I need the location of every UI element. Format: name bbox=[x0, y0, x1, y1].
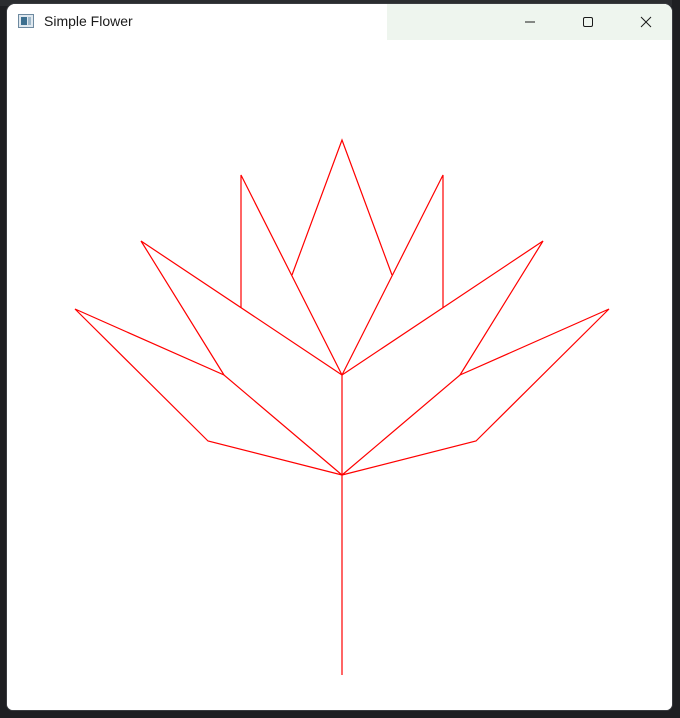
close-button[interactable] bbox=[623, 4, 669, 40]
app-window-icon[interactable] bbox=[18, 14, 34, 28]
maximize-icon bbox=[583, 17, 593, 27]
close-icon bbox=[640, 16, 652, 28]
window-title: Simple Flower bbox=[44, 13, 133, 29]
maximize-button[interactable] bbox=[565, 4, 611, 40]
right-lower-petal bbox=[341, 308, 610, 476]
title-bar[interactable]: Simple Flower bbox=[7, 4, 672, 42]
drawing-canvas[interactable] bbox=[7, 40, 672, 710]
right-upper-petal bbox=[341, 174, 444, 376]
app-window: Simple Flower bbox=[7, 4, 672, 710]
minimize-icon bbox=[525, 21, 535, 23]
app-icon-pane bbox=[21, 17, 27, 25]
center-petal bbox=[291, 138, 393, 276]
app-icon-strip bbox=[28, 17, 31, 25]
desktop-backdrop-bottom bbox=[0, 710, 680, 718]
left-lower-petal bbox=[74, 308, 343, 476]
minimize-button[interactable] bbox=[507, 4, 553, 40]
flower-drawing bbox=[74, 138, 610, 675]
desktop-backdrop-right bbox=[672, 0, 680, 718]
left-upper-petal bbox=[240, 174, 343, 376]
